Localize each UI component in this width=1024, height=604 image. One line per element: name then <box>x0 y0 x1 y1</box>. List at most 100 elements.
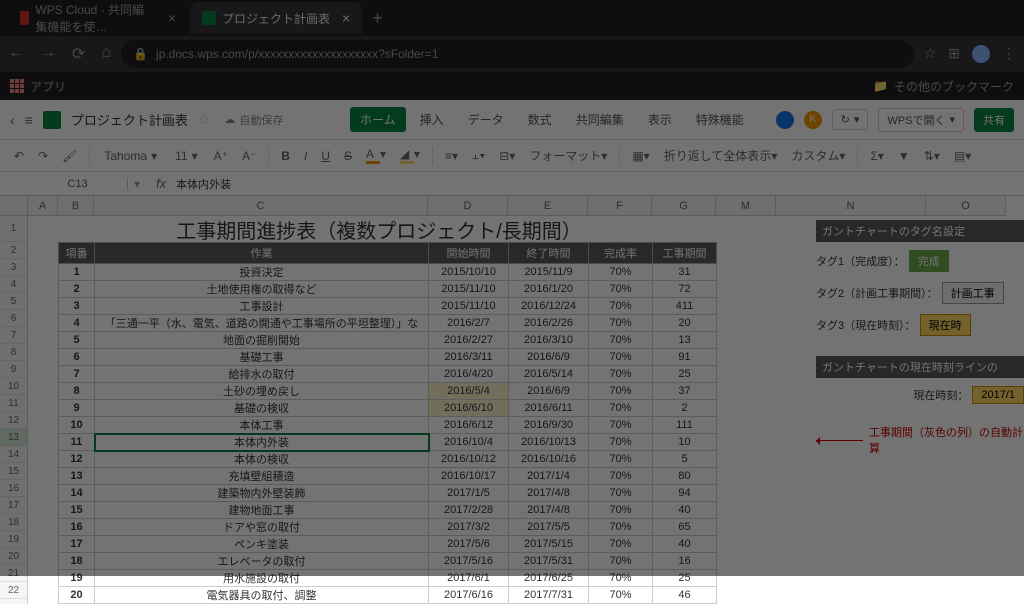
cell-num[interactable]: 15 <box>59 502 95 519</box>
cell-rate[interactable]: 70% <box>589 536 653 553</box>
cell-end[interactable]: 2016/1/20 <box>509 281 589 298</box>
th-start[interactable]: 開始時間 <box>429 243 509 264</box>
cell-rate[interactable]: 70% <box>589 502 653 519</box>
cell-num[interactable]: 1 <box>59 264 95 281</box>
cell-period[interactable]: 80 <box>653 468 717 485</box>
cell-end[interactable]: 2016/2/26 <box>509 315 589 332</box>
cell-start[interactable]: 2016/2/7 <box>429 315 509 332</box>
apps-label[interactable]: アプリ <box>30 78 66 95</box>
cell-task[interactable]: 基礎の検収 <box>95 400 429 417</box>
col-C[interactable]: C <box>94 196 428 215</box>
menu-collab[interactable]: 共同編集 <box>566 107 634 132</box>
format-menu[interactable]: フォーマット▾ <box>525 145 611 166</box>
col-B[interactable]: B <box>58 196 94 215</box>
cell-num[interactable]: 5 <box>59 332 95 349</box>
cell-start[interactable]: 2016/2/27 <box>429 332 509 349</box>
close-icon[interactable]: × <box>168 10 176 26</box>
back-icon[interactable]: ← <box>8 44 24 64</box>
cell-rate[interactable]: 70% <box>589 485 653 502</box>
row-header[interactable]: 1 <box>0 216 27 242</box>
align-button[interactable]: ≡▾ <box>441 147 462 165</box>
cell-task[interactable]: 土砂の埋め戻し <box>95 383 429 400</box>
cell-num[interactable]: 3 <box>59 298 95 315</box>
cell-end[interactable]: 2016/9/30 <box>509 417 589 434</box>
cell-task[interactable]: ペンキ塗装 <box>95 536 429 553</box>
menu-icon[interactable]: ⋮ <box>1002 45 1016 63</box>
back-icon[interactable]: ‹ <box>10 112 15 128</box>
undo-icon[interactable]: ↶ <box>10 147 28 165</box>
cell-start[interactable]: 2016/6/10 <box>429 400 509 417</box>
cell-rate[interactable]: 70% <box>589 298 653 315</box>
cell-start[interactable]: 2016/10/4 <box>429 434 509 451</box>
freeze-button[interactable]: ▤▾ <box>950 147 975 165</box>
menu-view[interactable]: 表示 <box>638 107 682 132</box>
cell-period[interactable]: 13 <box>653 332 717 349</box>
cell-end[interactable]: 2017/5/15 <box>509 536 589 553</box>
cell-end[interactable]: 2016/12/24 <box>509 298 589 315</box>
browser-tab-2[interactable]: プロジェクト計画表 × <box>190 2 362 34</box>
cell-task[interactable]: 本体の検収 <box>95 451 429 468</box>
cell-rate[interactable]: 70% <box>589 264 653 281</box>
menu-icon[interactable]: ≡ <box>25 112 33 128</box>
cell-start[interactable]: 2017/2/28 <box>429 502 509 519</box>
now-value[interactable]: 2017/1 <box>972 386 1024 404</box>
cell-num[interactable]: 18 <box>59 553 95 570</box>
new-tab-button[interactable]: + <box>364 8 391 29</box>
cell-num[interactable]: 9 <box>59 400 95 417</box>
merge-button[interactable]: ⊟▾ <box>495 147 519 165</box>
strike-button[interactable]: S <box>340 147 356 165</box>
cell-start[interactable]: 2016/4/20 <box>429 366 509 383</box>
cell-num[interactable]: 11 <box>59 434 95 451</box>
cell-end[interactable]: 2017/7/31 <box>509 587 589 604</box>
cell-num[interactable]: 17 <box>59 536 95 553</box>
cell-period[interactable]: 72 <box>653 281 717 298</box>
cell-start[interactable]: 2016/5/4 <box>429 383 509 400</box>
cell-num[interactable]: 14 <box>59 485 95 502</box>
cell-start[interactable]: 2017/6/16 <box>429 587 509 604</box>
cell-period[interactable]: 10 <box>653 434 717 451</box>
cell-rate[interactable]: 70% <box>589 519 653 536</box>
cell-period[interactable]: 91 <box>653 349 717 366</box>
font-select[interactable]: Tahoma▾ <box>98 149 163 163</box>
cell-end[interactable]: 2016/6/9 <box>509 349 589 366</box>
cell-end[interactable]: 2015/11/9 <box>509 264 589 281</box>
cell-end[interactable]: 2016/10/16 <box>509 451 589 468</box>
cell-reference[interactable]: C13 <box>28 178 128 190</box>
italic-button[interactable]: I <box>300 147 311 165</box>
cell-rate[interactable]: 70% <box>589 349 653 366</box>
cell-rate[interactable]: 70% <box>589 281 653 298</box>
th-num[interactable]: 項番 <box>59 243 95 264</box>
filter-button[interactable]: ▼ <box>894 147 914 165</box>
cell-task[interactable]: 給排水の取付 <box>95 366 429 383</box>
formula-input[interactable]: 本体内外装 <box>176 176 231 192</box>
cell-rate[interactable]: 70% <box>589 315 653 332</box>
cell-rate[interactable]: 70% <box>589 451 653 468</box>
cell-rate[interactable]: 70% <box>589 400 653 417</box>
underline-button[interactable]: U <box>317 147 334 165</box>
col-O[interactable]: O <box>926 196 1006 215</box>
sum-button[interactable]: Σ▾ <box>866 147 887 165</box>
cell-num[interactable]: 8 <box>59 383 95 400</box>
cell-end[interactable]: 2016/6/9 <box>509 383 589 400</box>
cell-num[interactable]: 12 <box>59 451 95 468</box>
cell-start[interactable]: 2017/1/5 <box>429 485 509 502</box>
puzzle-icon[interactable]: ⊞ <box>948 45 960 63</box>
cell-task[interactable]: 電気器具の取付、調整 <box>95 587 429 604</box>
cell-num[interactable]: 6 <box>59 349 95 366</box>
forward-icon[interactable]: → <box>40 44 56 64</box>
cell-period[interactable]: 2 <box>653 400 717 417</box>
cell-rate[interactable]: 70% <box>589 468 653 485</box>
cell-start[interactable]: 2015/11/10 <box>429 281 509 298</box>
cell-period[interactable]: 31 <box>653 264 717 281</box>
cell-period[interactable]: 25 <box>653 570 717 587</box>
col-G[interactable]: G <box>652 196 716 215</box>
wrap-menu[interactable]: 折り返して全体表示▾ <box>660 145 782 166</box>
cell-task[interactable]: 建物地面工事 <box>95 502 429 519</box>
fx-icon[interactable]: fx <box>146 176 176 191</box>
cell-task[interactable]: 基礎工事 <box>95 349 429 366</box>
cell-period[interactable]: 65 <box>653 519 717 536</box>
col-D[interactable]: D <box>428 196 508 215</box>
cell-task[interactable]: 土地使用権の取得など <box>95 281 429 298</box>
cell-num[interactable]: 4 <box>59 315 95 332</box>
bold-button[interactable]: B <box>277 147 294 165</box>
